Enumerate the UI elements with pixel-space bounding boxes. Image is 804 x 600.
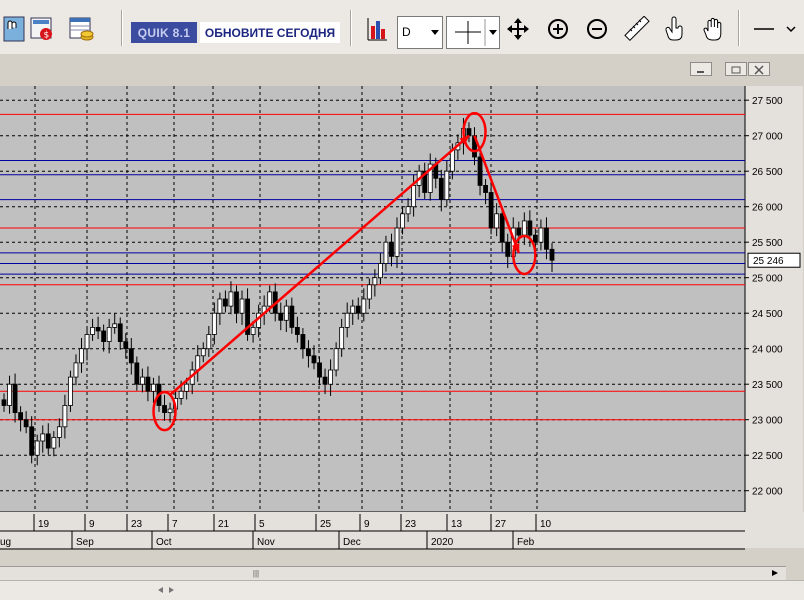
toolbar-separator [350, 10, 352, 46]
zoom-in-icon[interactable] [543, 14, 573, 44]
move-arrows-icon[interactable] [503, 14, 533, 44]
tab-scroll-icons[interactable] [155, 581, 195, 599]
x-axis-labels: 19 9 23 7 21 5 25 9 23 13 27 10 ug Sep Oct Nov Dec 2020 Fe… [0, 512, 804, 550]
x-day-label: 9 [364, 519, 370, 530]
current-price-label: 25 246 [753, 256, 784, 267]
candle[interactable] [68, 370, 73, 412]
zoom-out-icon[interactable] [582, 14, 612, 44]
update-today-link[interactable]: ОБНОВИТЕ СЕГОДНЯ [200, 22, 340, 43]
ruler-icon[interactable] [622, 14, 652, 44]
y-tick-label: 25 500 [752, 238, 783, 249]
calculator-money-icon[interactable]: $ [27, 14, 57, 44]
price-axis[interactable] [745, 86, 803, 512]
x-day-label: 27 [495, 519, 507, 530]
svg-text:$: $ [44, 31, 50, 41]
minimize-icon [697, 71, 704, 73]
x-day-label: 23 [131, 519, 143, 530]
y-tick-label: 23 000 [752, 416, 783, 427]
x-month-label: Dec [343, 537, 361, 548]
x-day-label: 21 [218, 519, 230, 530]
x-day-label: 10 [540, 519, 552, 530]
y-tick-label: 26 000 [752, 203, 783, 214]
close-button[interactable] [748, 62, 770, 76]
chevron-down-icon[interactable] [780, 14, 802, 44]
toolbar-separator [738, 10, 740, 46]
scroll-right-arrow-icon[interactable] [766, 567, 784, 579]
pointing-hand-icon[interactable] [660, 14, 690, 44]
horizontal-scrollbar[interactable] [0, 566, 786, 580]
interval-select[interactable]: D [397, 16, 443, 49]
x-day-label: 13 [451, 519, 463, 530]
status-bar [0, 580, 804, 600]
cursor-mode-select[interactable] [446, 16, 500, 49]
x-month-label: ug [0, 537, 11, 548]
x-day-label: 25 [320, 519, 332, 530]
y-tick-label: 25 000 [752, 274, 783, 285]
x-day-label: 7 [172, 519, 178, 530]
chevron-down-icon [431, 30, 439, 35]
close-icon [754, 65, 764, 75]
toolbar-separator [121, 10, 123, 46]
y-tick-label: 23 500 [752, 380, 783, 391]
x-month-label: Feb [517, 537, 535, 548]
y-tick-label: 24 000 [752, 345, 783, 356]
y-tick-label: 26 500 [752, 167, 783, 178]
y-tick-label: 27 500 [752, 96, 783, 107]
quik-version-badge: QUIK 8.1 [131, 22, 197, 43]
y-tick-label: 22 000 [752, 487, 783, 498]
x-month-label: Sep [76, 537, 94, 548]
chart-plot-area[interactable] [0, 86, 745, 512]
x-day-label: 19 [38, 519, 50, 530]
hand-money-icon[interactable] [0, 14, 30, 44]
grab-hand-icon[interactable] [699, 14, 729, 44]
table-coins-icon[interactable] [66, 14, 96, 44]
bar-chart-icon[interactable] [362, 14, 392, 44]
toolbar: $ QUIK 8.1 ОБНОВИТЕ СЕГОДНЯ D [0, 0, 804, 55]
crosshair-icon [455, 19, 497, 46]
maximize-button[interactable] [725, 62, 747, 76]
x-day-label: 5 [259, 519, 265, 530]
x-day-label: 23 [405, 519, 417, 530]
y-tick-label: 24 500 [752, 309, 783, 320]
x-month-label: Oct [156, 537, 172, 548]
scrollbar-thumb[interactable]: ||| [248, 569, 264, 578]
x-month-label: Nov [257, 537, 275, 548]
y-tick-label: 27 000 [752, 132, 783, 143]
x-day-label: 9 [89, 519, 95, 530]
minimize-button[interactable] [690, 62, 712, 76]
maximize-icon [731, 66, 741, 74]
current-price-tag: 25 246 [747, 252, 801, 268]
line-style-icon[interactable] [749, 14, 779, 44]
x-month-label: 2020 [431, 537, 454, 548]
interval-value: D [402, 25, 411, 39]
y-tick-label: 22 500 [752, 451, 783, 462]
price-chart[interactable]: 27 500 27 000 26 500 26 000 25 500 25 000 24 5… [0, 86, 804, 566]
